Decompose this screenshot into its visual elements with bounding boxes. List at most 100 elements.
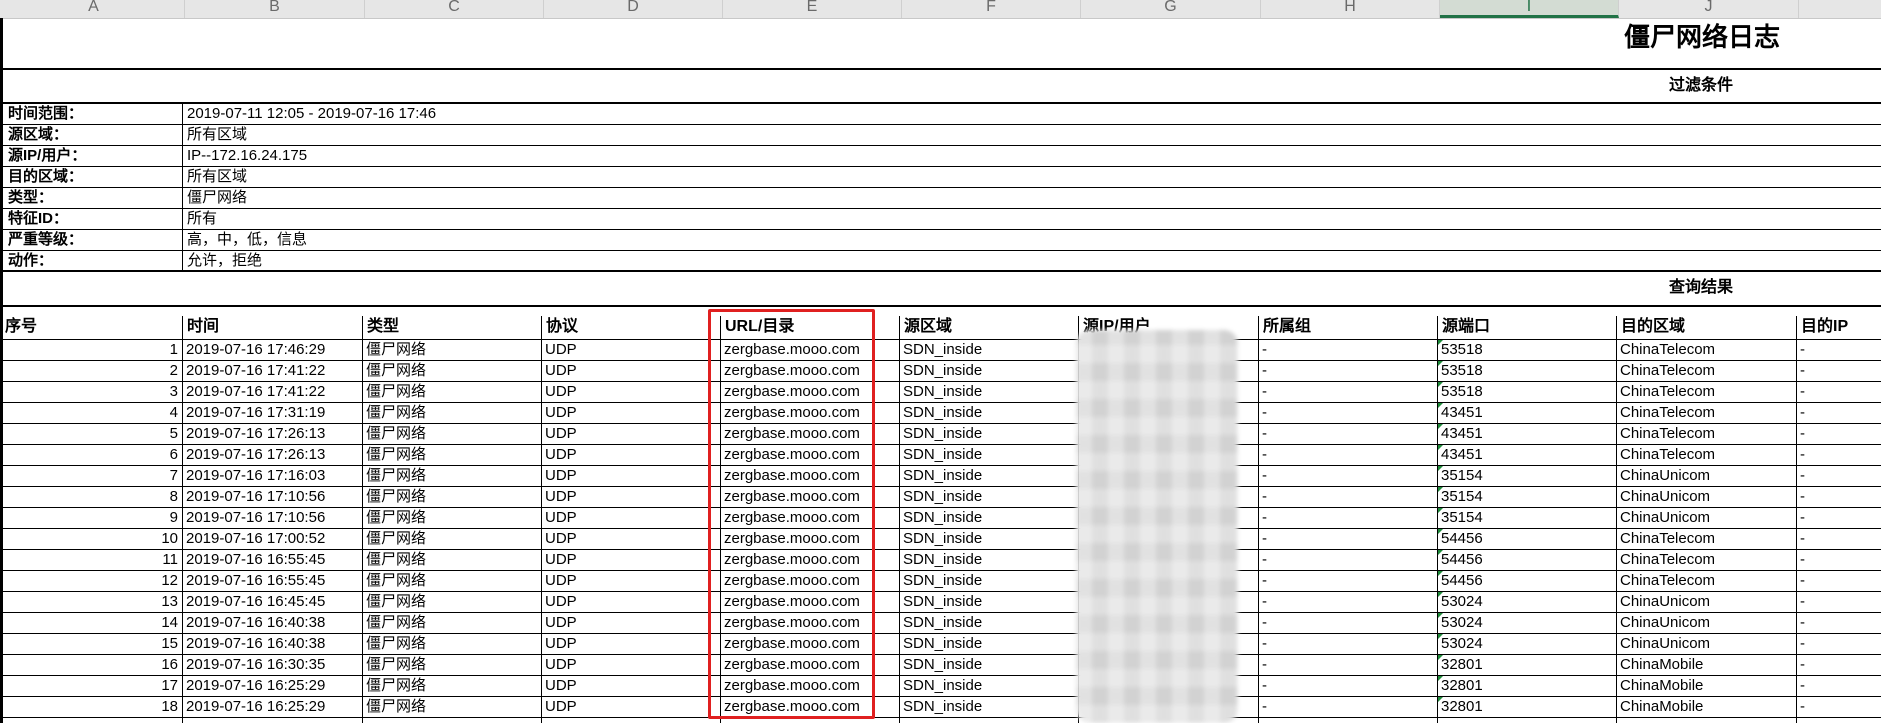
table-cell[interactable]: UDP — [545, 467, 577, 485]
table-cell[interactable]: 54456 — [1441, 551, 1483, 569]
table-cell[interactable]: - — [1262, 509, 1267, 527]
table-cell[interactable]: 18 — [0, 698, 178, 716]
table-cell[interactable]: - — [1262, 341, 1267, 359]
table-cell[interactable]: - — [1262, 698, 1267, 716]
table-cell[interactable]: UDP — [545, 551, 577, 569]
table-cell[interactable]: - — [1800, 593, 1805, 611]
table-cell[interactable]: SDN_inside — [903, 362, 982, 380]
table-header-cell[interactable]: 目的IP — [1801, 318, 1848, 336]
table-cell[interactable]: SDN_inside — [903, 551, 982, 569]
table-cell[interactable]: SDN_inside — [903, 698, 982, 716]
table-cell[interactable]: 僵尸网络 — [366, 593, 426, 611]
table-cell[interactable]: UDP — [545, 509, 577, 527]
table-row[interactable]: 13 2019-07-16 16:45:45 僵尸网络 UDP zergbase.moo… — [0, 592, 1881, 613]
table-cell[interactable]: 僵尸网络 — [366, 551, 426, 569]
table-cell[interactable]: 13 — [0, 593, 178, 611]
table-cell[interactable]: 僵尸网络 — [366, 509, 426, 527]
table-cell[interactable]: 43451 — [1441, 404, 1483, 422]
table-cell[interactable]: 4 — [0, 404, 178, 422]
table-cell[interactable]: UDP — [545, 572, 577, 590]
table-cell[interactable]: - — [1800, 551, 1805, 569]
table-cell[interactable]: - — [1800, 509, 1805, 527]
table-cell[interactable]: 2019-07-16 17:41:22 — [186, 383, 325, 401]
table-cell[interactable]: ChinaUnicom — [1620, 593, 1710, 611]
table-cell[interactable]: ChinaUnicom — [1620, 488, 1710, 506]
table-cell[interactable]: - — [1800, 341, 1805, 359]
table-row[interactable]: 12 2019-07-16 16:55:45 僵尸网络 UDP zergbase.moo… — [0, 571, 1881, 592]
table-cell[interactable]: 2019-07-16 17:00:52 — [186, 530, 325, 548]
table-cell[interactable]: SDN_inside — [903, 467, 982, 485]
table-cell[interactable]: ChinaMobile — [1620, 656, 1703, 674]
table-header-cell[interactable]: 协议 — [546, 318, 578, 336]
table-cell[interactable]: - — [1262, 572, 1267, 590]
table-cell[interactable]: 32801 — [1441, 677, 1483, 695]
table-cell[interactable]: - — [1800, 530, 1805, 548]
table-cell[interactable]: 32801 — [1441, 656, 1483, 674]
table-cell[interactable]: UDP — [545, 698, 577, 716]
table-cell[interactable]: 僵尸网络 — [366, 635, 426, 653]
table-cell[interactable]: - — [1262, 677, 1267, 695]
table-cell[interactable]: 53518 — [1441, 362, 1483, 380]
table-cell[interactable]: - — [1262, 656, 1267, 674]
column-header-j[interactable]: J — [1619, 0, 1799, 18]
table-cell[interactable]: UDP — [545, 593, 577, 611]
table-row[interactable]: 1 2019-07-16 17:46:29 僵尸网络 UDP zergbase.mooo… — [0, 340, 1881, 361]
table-row[interactable]: 6 2019-07-16 17:26:13 僵尸网络 UDP zergbase.mooo… — [0, 445, 1881, 466]
table-cell[interactable]: - — [1800, 635, 1805, 653]
table-cell[interactable]: - — [1800, 362, 1805, 380]
table-cell[interactable]: 53024 — [1441, 614, 1483, 632]
table-cell[interactable]: UDP — [545, 383, 577, 401]
table-cell[interactable]: ChinaTelecom — [1620, 425, 1715, 443]
table-cell[interactable]: - — [1800, 425, 1805, 443]
table-cell[interactable]: 7 — [0, 467, 178, 485]
table-cell[interactable]: 1 — [0, 341, 178, 359]
table-row[interactable]: 8 2019-07-16 17:10:56 僵尸网络 UDP zergbase.mooo… — [0, 487, 1881, 508]
table-cell[interactable]: - — [1262, 404, 1267, 422]
table-cell[interactable]: 僵尸网络 — [366, 488, 426, 506]
table-cell[interactable]: 2019-07-16 16:30:35 — [186, 656, 325, 674]
table-cell[interactable]: ChinaTelecom — [1620, 404, 1715, 422]
table-cell[interactable]: 43451 — [1441, 425, 1483, 443]
table-cell[interactable]: 僵尸网络 — [366, 467, 426, 485]
table-cell[interactable]: SDN_inside — [903, 635, 982, 653]
table-cell[interactable]: UDP — [545, 488, 577, 506]
table-cell[interactable]: 35154 — [1441, 509, 1483, 527]
table-cell[interactable]: 16 — [0, 656, 178, 674]
table-cell[interactable]: ChinaTelecom — [1620, 446, 1715, 464]
table-row[interactable]: 9 2019-07-16 17:10:56 僵尸网络 UDP zergbase.mooo… — [0, 508, 1881, 529]
table-cell[interactable]: - — [1262, 593, 1267, 611]
table-cell[interactable]: 僵尸网络 — [366, 404, 426, 422]
column-header-g[interactable]: G — [1081, 0, 1261, 18]
table-cell[interactable]: 10 — [0, 530, 178, 548]
table-cell[interactable]: ChinaUnicom — [1620, 635, 1710, 653]
table-row[interactable]: 3 2019-07-16 17:41:22 僵尸网络 UDP zergbase.mooo… — [0, 382, 1881, 403]
table-cell[interactable]: - — [1800, 404, 1805, 422]
table-header-cell[interactable]: 类型 — [367, 318, 399, 336]
table-cell[interactable]: 僵尸网络 — [366, 614, 426, 632]
table-cell[interactable]: 54456 — [1441, 572, 1483, 590]
table-cell[interactable]: - — [1262, 362, 1267, 380]
table-row[interactable]: 7 2019-07-16 17:16:03 僵尸网络 UDP zergbase.mooo… — [0, 466, 1881, 487]
table-cell[interactable]: SDN_inside — [903, 488, 982, 506]
table-cell[interactable]: 2 — [0, 362, 178, 380]
table-cell[interactable]: - — [1262, 383, 1267, 401]
table-cell[interactable]: 12 — [0, 572, 178, 590]
table-cell[interactable]: SDN_inside — [903, 656, 982, 674]
table-cell[interactable]: UDP — [545, 614, 577, 632]
table-cell[interactable]: SDN_inside — [903, 425, 982, 443]
table-header-cell[interactable]: 目的区域 — [1621, 318, 1685, 336]
column-header-b[interactable]: B — [185, 0, 365, 18]
table-cell[interactable]: 2019-07-16 17:10:56 — [186, 488, 325, 506]
table-cell[interactable]: 11 — [0, 551, 178, 569]
table-row[interactable]: 16 2019-07-16 16:30:35 僵尸网络 UDP zergbase.moo… — [0, 655, 1881, 676]
table-cell[interactable]: 3 — [0, 383, 178, 401]
table-cell[interactable]: - — [1262, 551, 1267, 569]
table-cell[interactable]: - — [1800, 446, 1805, 464]
table-header-cell[interactable]: 序号 — [5, 318, 37, 336]
table-row[interactable]: 2 2019-07-16 17:41:22 僵尸网络 UDP zergbase.mooo… — [0, 361, 1881, 382]
table-cell[interactable]: SDN_inside — [903, 677, 982, 695]
table-cell[interactable]: 53024 — [1441, 593, 1483, 611]
table-row[interactable]: 5 2019-07-16 17:26:13 僵尸网络 UDP zergbase.mooo… — [0, 424, 1881, 445]
table-cell[interactable]: 僵尸网络 — [366, 383, 426, 401]
table-cell[interactable]: UDP — [545, 446, 577, 464]
